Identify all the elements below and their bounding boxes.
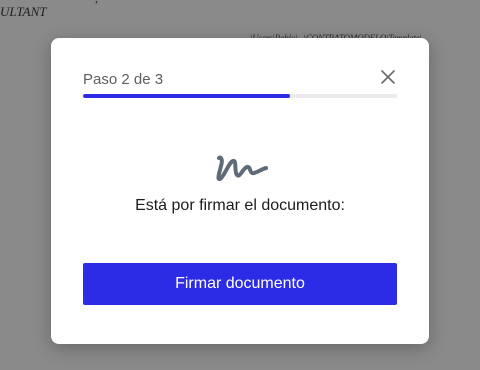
document-text-fragment-top: , [95,0,98,6]
progress-bar [83,94,397,98]
signature-icon [216,155,268,182]
progress-bar-fill [83,94,291,98]
close-button[interactable] [379,68,397,86]
sign-document-button[interactable]: Firmar documento [83,263,397,305]
sign-dialog: Paso 2 de 3 Está por firmar el documento… [51,38,429,344]
step-indicator: Paso 2 de 3 [83,71,164,88]
document-text-fragment: ULTANT [0,4,47,19]
close-icon [381,70,395,84]
sign-prompt: Está por firmar el documento: [135,197,345,214]
